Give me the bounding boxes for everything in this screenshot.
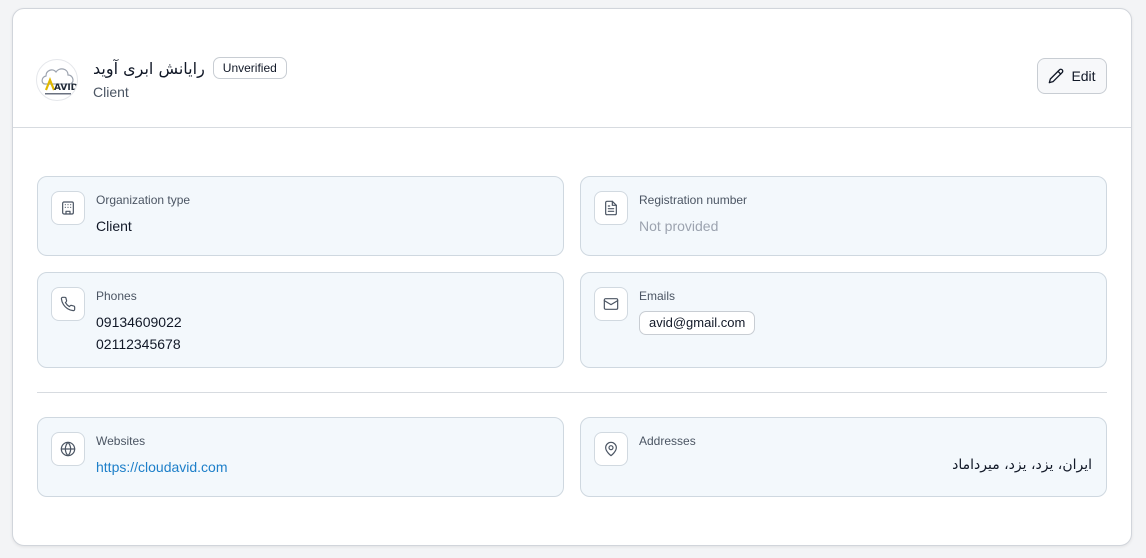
building-icon bbox=[51, 191, 85, 225]
avid-cloud-logo-icon: AVID bbox=[41, 68, 78, 95]
phones-tile: Phones 09134609022 02112345678 bbox=[37, 272, 564, 368]
verification-badge: Unverified bbox=[212, 57, 287, 79]
email-chip[interactable]: avid@gmail.com bbox=[639, 311, 756, 335]
organization-type-value: Client bbox=[96, 218, 132, 234]
phones-list: 09134609022 02112345678 bbox=[96, 311, 182, 355]
phone-icon bbox=[51, 287, 85, 321]
address-value: ایران، یزد، یزد، میرداماد bbox=[952, 457, 1092, 473]
globe-icon bbox=[51, 432, 85, 466]
organization-role: Client bbox=[93, 84, 129, 100]
organization-type-tile: Organization type Client bbox=[37, 176, 564, 256]
edit-button[interactable]: Edit bbox=[1037, 58, 1107, 94]
phones-label: Phones bbox=[96, 289, 137, 303]
organization-type-label: Organization type bbox=[96, 193, 191, 207]
emails-tile: Emails avid@gmail.com bbox=[580, 272, 1107, 368]
document-icon bbox=[594, 191, 628, 225]
addresses-tile: Addresses ایران، یزد، یزد، میرداماد bbox=[580, 417, 1107, 497]
phone-number[interactable]: 02112345678 bbox=[96, 333, 182, 355]
websites-label: Websites bbox=[96, 434, 146, 448]
phone-number[interactable]: 09134609022 bbox=[96, 311, 182, 333]
registration-number-label: Registration number bbox=[639, 193, 748, 207]
organization-card: AVID رایانش ابری آوید Unverified Client … bbox=[12, 8, 1132, 546]
edit-button-label: Edit bbox=[1071, 68, 1096, 84]
websites-tile: Websites https://cloudavid.com bbox=[37, 417, 564, 497]
card-header: AVID رایانش ابری آوید Unverified Client … bbox=[13, 9, 1131, 128]
registration-number-tile: Registration number Not provided bbox=[580, 176, 1107, 256]
mail-icon bbox=[594, 287, 628, 321]
addresses-label: Addresses bbox=[639, 434, 696, 448]
organization-logo: AVID bbox=[36, 59, 78, 101]
svg-text:AVID: AVID bbox=[54, 83, 78, 93]
emails-label: Emails bbox=[639, 289, 676, 303]
title-row: رایانش ابری آوید Unverified bbox=[93, 57, 287, 79]
map-pin-icon bbox=[594, 432, 628, 466]
website-link[interactable]: https://cloudavid.com bbox=[96, 456, 228, 478]
pencil-icon bbox=[1049, 68, 1064, 84]
section-divider bbox=[37, 392, 1107, 393]
organization-name: رایانش ابری آوید bbox=[93, 58, 205, 78]
registration-number-value: Not provided bbox=[639, 218, 719, 234]
emails-list: avid@gmail.com bbox=[639, 311, 756, 335]
